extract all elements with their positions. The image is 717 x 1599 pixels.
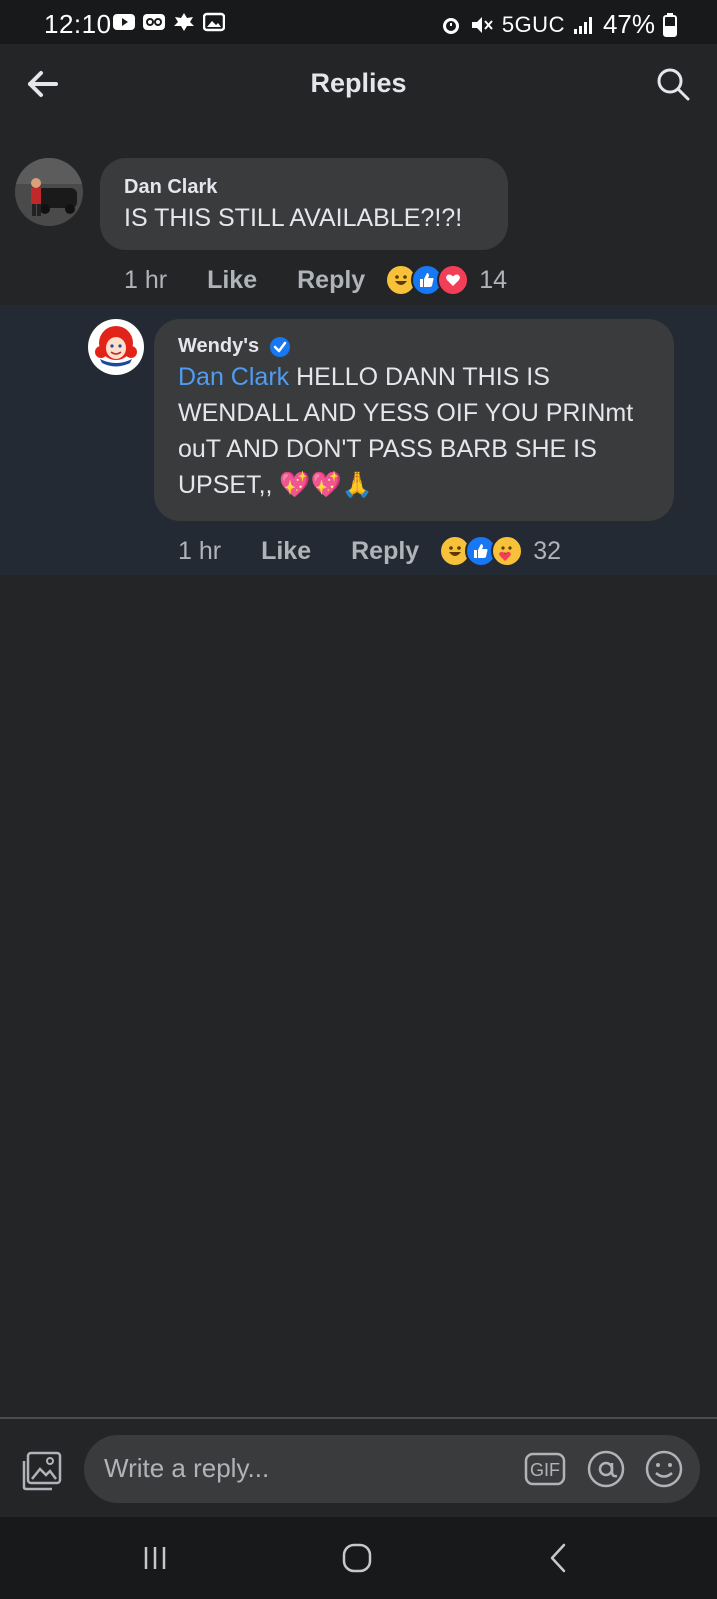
reply-input-placeholder: Write a reply...: [104, 1453, 270, 1483]
battery-icon: [663, 12, 677, 37]
reply-composer: Write a reply... GIF: [0, 1417, 717, 1519]
reply-bubble[interactable]: Wendy's Dan Clark HELLO DANN THIS IS WEN…: [154, 319, 674, 521]
reply-text: Dan Clark HELLO DANN THIS IS WENDALL AND…: [178, 359, 658, 503]
reply-time: 1 hr: [178, 536, 222, 565]
reaction-summary[interactable]: 14: [385, 264, 507, 296]
reply-author-row: Wendy's: [178, 335, 291, 358]
comment-author[interactable]: Dan Clark: [124, 176, 217, 199]
battery-label: 47%: [602, 9, 655, 39]
search-icon[interactable]: [653, 64, 693, 104]
like-button[interactable]: Like: [261, 537, 311, 566]
reaction-count: 14: [479, 265, 508, 294]
system-navigation-bar: [0, 1517, 717, 1599]
avatar[interactable]: [88, 319, 144, 375]
photo-icon[interactable]: [20, 1451, 64, 1491]
reply-author[interactable]: Wendy's: [178, 335, 259, 358]
mute-icon: [471, 16, 493, 33]
network-label: 5GUC: [501, 11, 565, 37]
love-reaction-icon: [437, 264, 470, 296]
comment-time: 1 hr: [124, 265, 168, 294]
like-button[interactable]: Like: [207, 266, 257, 295]
home-icon[interactable]: [340, 1541, 374, 1575]
reply-actions: 1 hr Like Reply 32: [178, 535, 561, 567]
reaction-count: 32: [533, 536, 562, 565]
gallery-icon: [203, 12, 225, 32]
status-time: 12:10: [44, 9, 112, 39]
wendys-logo-icon: [89, 320, 143, 374]
alarm-icon: [442, 17, 459, 34]
comment-bubble[interactable]: Dan Clark IS THIS STILL AVAILABLE?!?!: [100, 158, 508, 250]
comment-actions: 1 hr Like Reply 14: [124, 264, 507, 296]
reply-button[interactable]: Reply: [297, 266, 365, 295]
mention-at-icon[interactable]: [586, 1449, 626, 1489]
gif-label: GIF: [530, 1460, 560, 1480]
voicemail-icon: [143, 14, 165, 30]
care-reaction-icon: [491, 535, 524, 567]
avatar[interactable]: [15, 158, 83, 226]
comment-text: IS THIS STILL AVAILABLE?!?!: [124, 204, 463, 232]
leaf-icon: [174, 13, 194, 31]
dan-clark-photo-icon: [15, 158, 83, 226]
gif-icon[interactable]: GIF: [524, 1451, 566, 1487]
youtube-icon: [113, 14, 135, 30]
reply-button[interactable]: Reply: [351, 537, 419, 566]
page-title: Replies: [310, 68, 407, 98]
back-nav-icon[interactable]: [546, 1541, 570, 1575]
emoji-icon[interactable]: [644, 1449, 684, 1489]
recent-apps-icon[interactable]: [140, 1543, 170, 1573]
header-bar: Replies: [0, 44, 717, 126]
status-bar: 12:10 5GUC 47%: [0, 0, 717, 44]
status-notification-icons: [113, 12, 225, 32]
mention-link[interactable]: Dan Clark: [178, 363, 289, 391]
verified-badge-icon: [270, 336, 291, 357]
signal-icon: [573, 16, 592, 34]
reply-input[interactable]: Write a reply... GIF: [84, 1435, 700, 1503]
status-system-icons: 5GUC 47%: [440, 9, 677, 40]
reaction-summary[interactable]: 32: [439, 535, 561, 567]
